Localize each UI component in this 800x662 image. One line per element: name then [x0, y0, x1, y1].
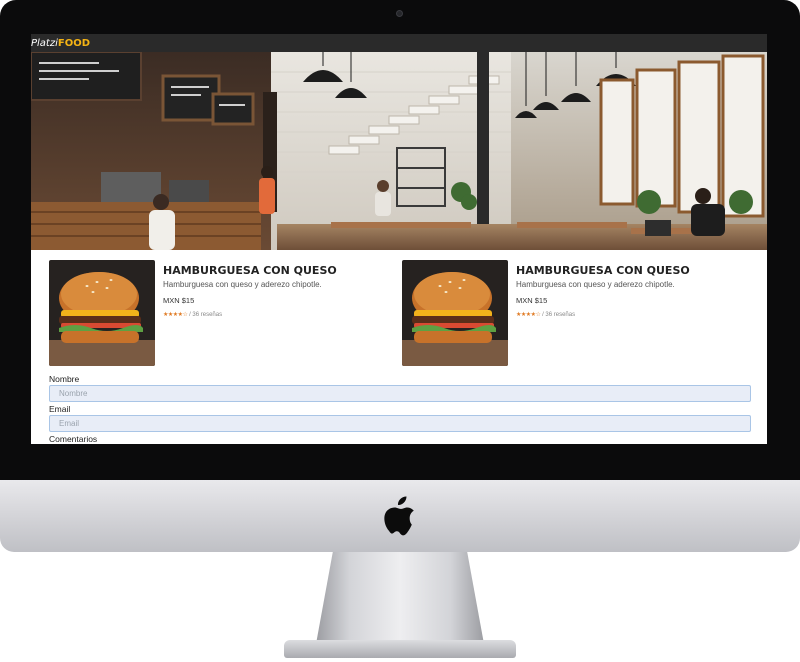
burger-photo-icon: [402, 260, 508, 366]
navbar: PlatziFOOD: [31, 34, 767, 52]
email-label: Email: [49, 404, 71, 414]
card-title: HAMBURGUESA CON QUESO: [516, 264, 690, 277]
brand-prefix: Platzi: [31, 37, 58, 49]
name-input[interactable]: [49, 385, 751, 402]
email-input[interactable]: [49, 415, 751, 432]
card-description: Hamburguesa con queso y aderezo chipotle…: [516, 280, 675, 289]
star-rating-icon: ★★★★☆: [163, 312, 188, 318]
screen: PlatziFOOD HAMBURGUESA CON QUESO Hamburg…: [31, 34, 767, 444]
star-rating-icon: ★★★★☆: [516, 312, 541, 318]
hero-image: [31, 52, 767, 250]
food-card[interactable]: HAMBURGUESA CON QUESO Hamburguesa con qu…: [49, 260, 389, 366]
name-label: Nombre: [49, 374, 80, 384]
card-price: MXN $15: [516, 296, 548, 305]
review-count: / 36 reseñas: [542, 312, 576, 318]
card-title: HAMBURGUESA CON QUESO: [163, 264, 337, 277]
food-card[interactable]: HAMBURGUESA CON QUESO Hamburguesa con qu…: [402, 260, 742, 366]
card-price: MXN $15: [163, 296, 195, 305]
comments-label: Comentarios: [49, 434, 98, 444]
brand-logo[interactable]: PlatziFOOD: [31, 34, 90, 53]
apple-logo-icon: [384, 496, 414, 536]
brand-suffix: FOOD: [57, 37, 91, 49]
camera-icon: [396, 10, 403, 17]
card-rating: ★★★★☆ / 36 reseñas: [163, 311, 222, 318]
imac-stand: [316, 552, 484, 644]
review-count: / 36 reseñas: [189, 312, 223, 318]
food-cards: HAMBURGUESA CON QUESO Hamburguesa con qu…: [49, 260, 749, 366]
burger-photo-icon: [49, 260, 155, 366]
card-description: Hamburguesa con queso y aderezo chipotle…: [163, 280, 322, 289]
imac-stand-foot: [284, 640, 516, 658]
card-rating: ★★★★☆ / 36 reseñas: [516, 311, 575, 318]
contact-form: Nombre Email Comentarios: [49, 374, 751, 444]
restaurant-interior-photo-icon: [31, 52, 767, 250]
